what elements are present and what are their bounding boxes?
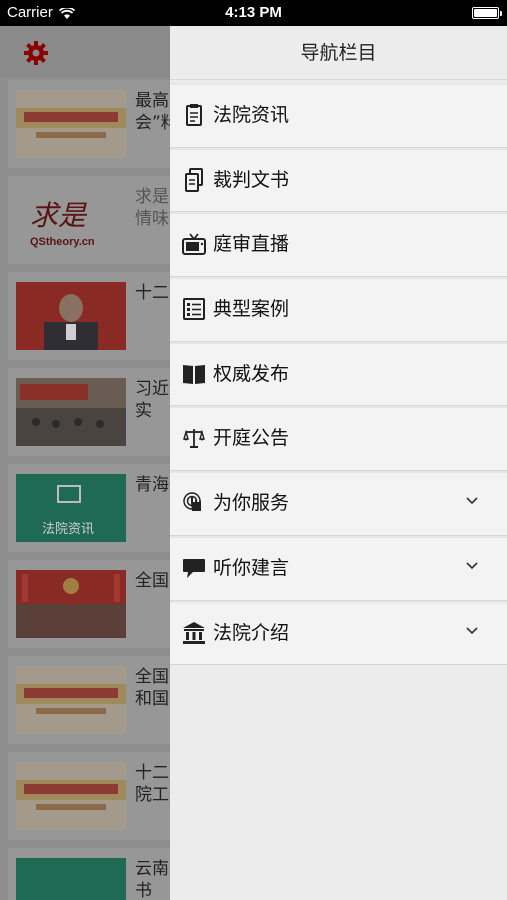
list-item[interactable]: 全国 — [8, 560, 170, 648]
list-item[interactable]: 法院资讯 青海 — [8, 464, 170, 552]
menu-item-trial-live[interactable]: 庭审直播 — [170, 212, 507, 278]
qstheory-logo: 求是 — [30, 199, 87, 232]
drawer-title: 导航栏目 — [170, 26, 507, 80]
chevron-down-icon[interactable] — [465, 623, 479, 637]
menu-item-suggestions[interactable]: 听你建言 — [170, 535, 507, 601]
list-icon — [182, 297, 206, 321]
menu-item-label: 法院介绍 — [213, 621, 290, 644]
thumbnail — [16, 762, 126, 830]
menu-item-label: 裁判文书 — [213, 168, 290, 191]
thumbnail: 求是 QStheory.cn — [16, 186, 126, 254]
list-item[interactable]: 十二 院工 — [8, 752, 170, 840]
list-item-title: 十二 — [135, 283, 169, 303]
papers-icon — [182, 167, 206, 192]
thumbnail — [16, 378, 126, 446]
menu-item-label: 权威发布 — [213, 362, 290, 385]
list-item[interactable]: 全国 和国 — [8, 656, 170, 744]
menu-item-court-notices[interactable]: 开庭公告 — [170, 406, 507, 472]
list-item[interactable]: 习近 实 — [8, 368, 170, 456]
tv-icon — [182, 232, 206, 256]
thumbnail — [16, 666, 126, 734]
list-item-title: 青海 — [135, 475, 169, 495]
list-item[interactable]: 最高 会”料 — [8, 80, 175, 168]
main-header — [0, 26, 170, 78]
menu-item-label: 开庭公告 — [213, 427, 290, 450]
list-item-title: 十二 院工 — [135, 763, 169, 805]
list-item[interactable]: 求是 QStheory.cn 求是 情味 — [8, 176, 170, 264]
menu-item-label: 为你服务 — [213, 492, 290, 515]
menu-item-court-news[interactable]: 法院资讯 — [170, 83, 507, 148]
gear-icon[interactable] — [22, 39, 50, 67]
list-item-title: 求是 情味 — [135, 187, 169, 229]
list-item-title: 全国 — [135, 571, 169, 591]
list-item-title: 习近 实 — [135, 379, 169, 421]
qstheory-caption: QStheory.cn — [30, 236, 95, 248]
list-item-title: 云南 书 — [135, 859, 169, 900]
thumbnail — [16, 570, 126, 638]
thumbnail — [16, 282, 126, 350]
menu-item-label: 法院资讯 — [213, 104, 290, 126]
menu-item-label: 听你建言 — [213, 556, 290, 579]
speech-bubble-icon — [182, 556, 206, 580]
thumbnail — [16, 858, 126, 900]
courthouse-icon — [182, 621, 206, 645]
scales-icon — [182, 426, 206, 450]
menu-item-authoritative-release[interactable]: 权威发布 — [170, 341, 507, 407]
book-icon — [182, 362, 206, 386]
menu-item-court-intro[interactable]: 法院介绍 — [170, 600, 507, 666]
list-item[interactable]: 云南 书 — [8, 848, 170, 900]
menu-item-typical-cases[interactable]: 典型案例 — [170, 277, 507, 342]
navigation-drawer: 导航栏目 法院资讯 裁判文书 庭审直播 典型案例 权威发布 开庭公告 为你服务 … — [170, 26, 507, 900]
status-time: 4:13 PM — [225, 4, 282, 21]
list-item[interactable]: 十二 — [8, 272, 170, 360]
drawer-menu: 法院资讯 裁判文书 庭审直播 典型案例 权威发布 开庭公告 为你服务 听你建言 … — [170, 83, 507, 666]
menu-item-service[interactable]: 为你服务 — [170, 471, 507, 536]
chevron-down-icon[interactable] — [465, 493, 479, 507]
menu-item-judgments[interactable]: 裁判文书 — [170, 147, 507, 213]
news-list: 最高 会”料 求是 QStheory.cn 求是 情味 十二 习近 实 法院资讯… — [0, 78, 175, 900]
battery-icon — [472, 7, 502, 19]
document-icon — [182, 103, 206, 127]
chevron-down-icon[interactable] — [465, 558, 479, 572]
status-bar: Carrier 4:13 PM — [0, 0, 507, 26]
thumbnail: 法院资讯 — [16, 474, 126, 542]
menu-item-label: 典型案例 — [213, 298, 290, 321]
service-hand-icon — [182, 491, 206, 515]
thumbnail-caption: 法院资讯 — [42, 522, 95, 537]
menu-item-label: 庭审直播 — [213, 233, 290, 256]
list-item-title: 全国 和国 — [135, 667, 169, 709]
thumbnail — [16, 90, 126, 158]
list-item-title: 最高 会”料 — [135, 91, 175, 133]
